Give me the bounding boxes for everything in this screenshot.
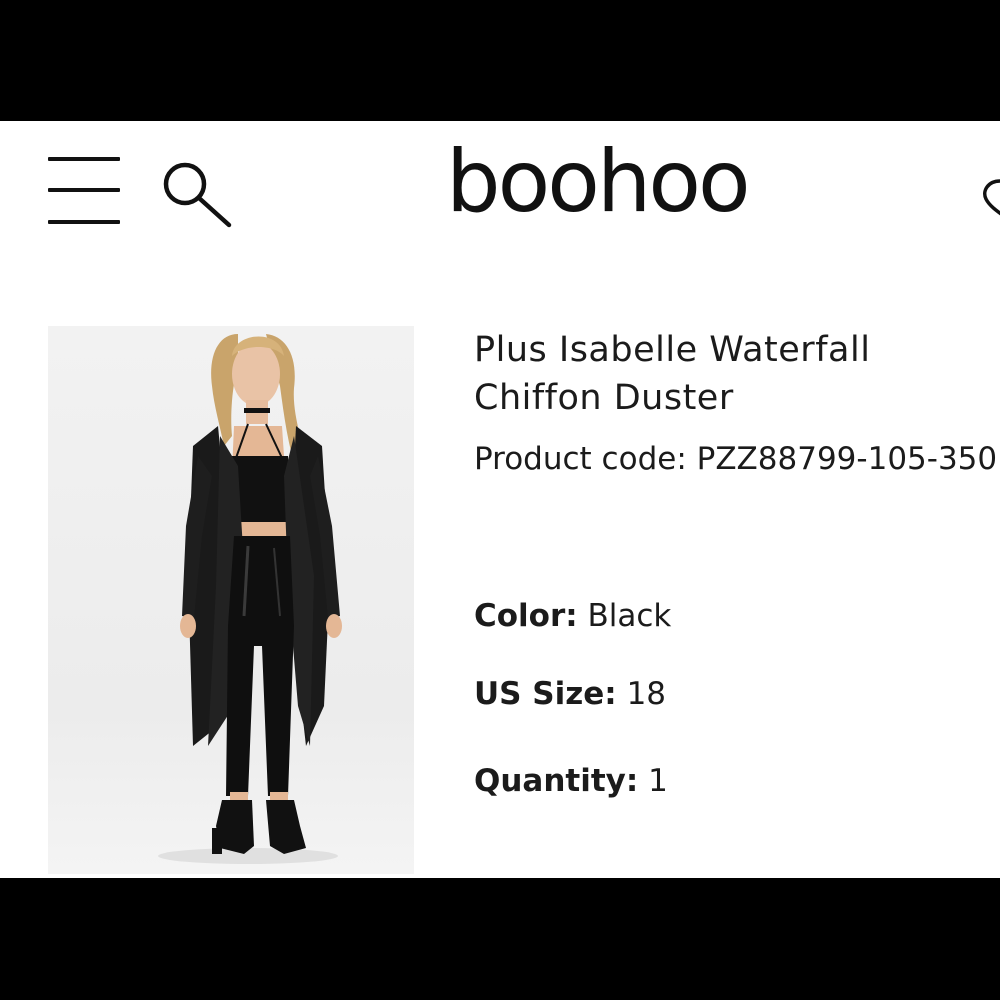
search-icon[interactable] — [160, 159, 234, 229]
product-code-value: PZZ88799-105-350 — [696, 441, 998, 477]
size-row: US Size: 18 — [474, 674, 666, 714]
product-title: Plus Isabelle Waterfall Chiffon Duster — [474, 330, 871, 418]
menu-icon[interactable] — [48, 157, 122, 227]
color-value: Black — [587, 598, 672, 634]
letterbox-bottom — [0, 878, 1000, 1000]
product-image[interactable] — [48, 326, 414, 874]
product-code: Product code: PZZ88799-105-350 — [474, 436, 1000, 482]
quantity-row: Quantity: 1 — [474, 761, 668, 801]
quantity-value[interactable]: 1 — [648, 763, 668, 799]
app-screen: boohoo Plus Isabelle Waterfall Chiffon D… — [0, 121, 1000, 878]
wishlist-icon[interactable] — [978, 161, 1000, 221]
color-label: Color: — [474, 598, 578, 634]
letterbox-top — [0, 0, 1000, 121]
size-label: US Size: — [474, 676, 617, 712]
quantity-label: Quantity: — [474, 763, 639, 799]
brand-logo[interactable]: boohoo — [446, 139, 751, 225]
product-code-label: Product code: — [474, 441, 687, 477]
size-value: 18 — [626, 676, 667, 712]
product-details: Plus Isabelle Waterfall Chiffon Duster P… — [474, 326, 1000, 799]
color-row: Color: Black — [474, 596, 671, 636]
